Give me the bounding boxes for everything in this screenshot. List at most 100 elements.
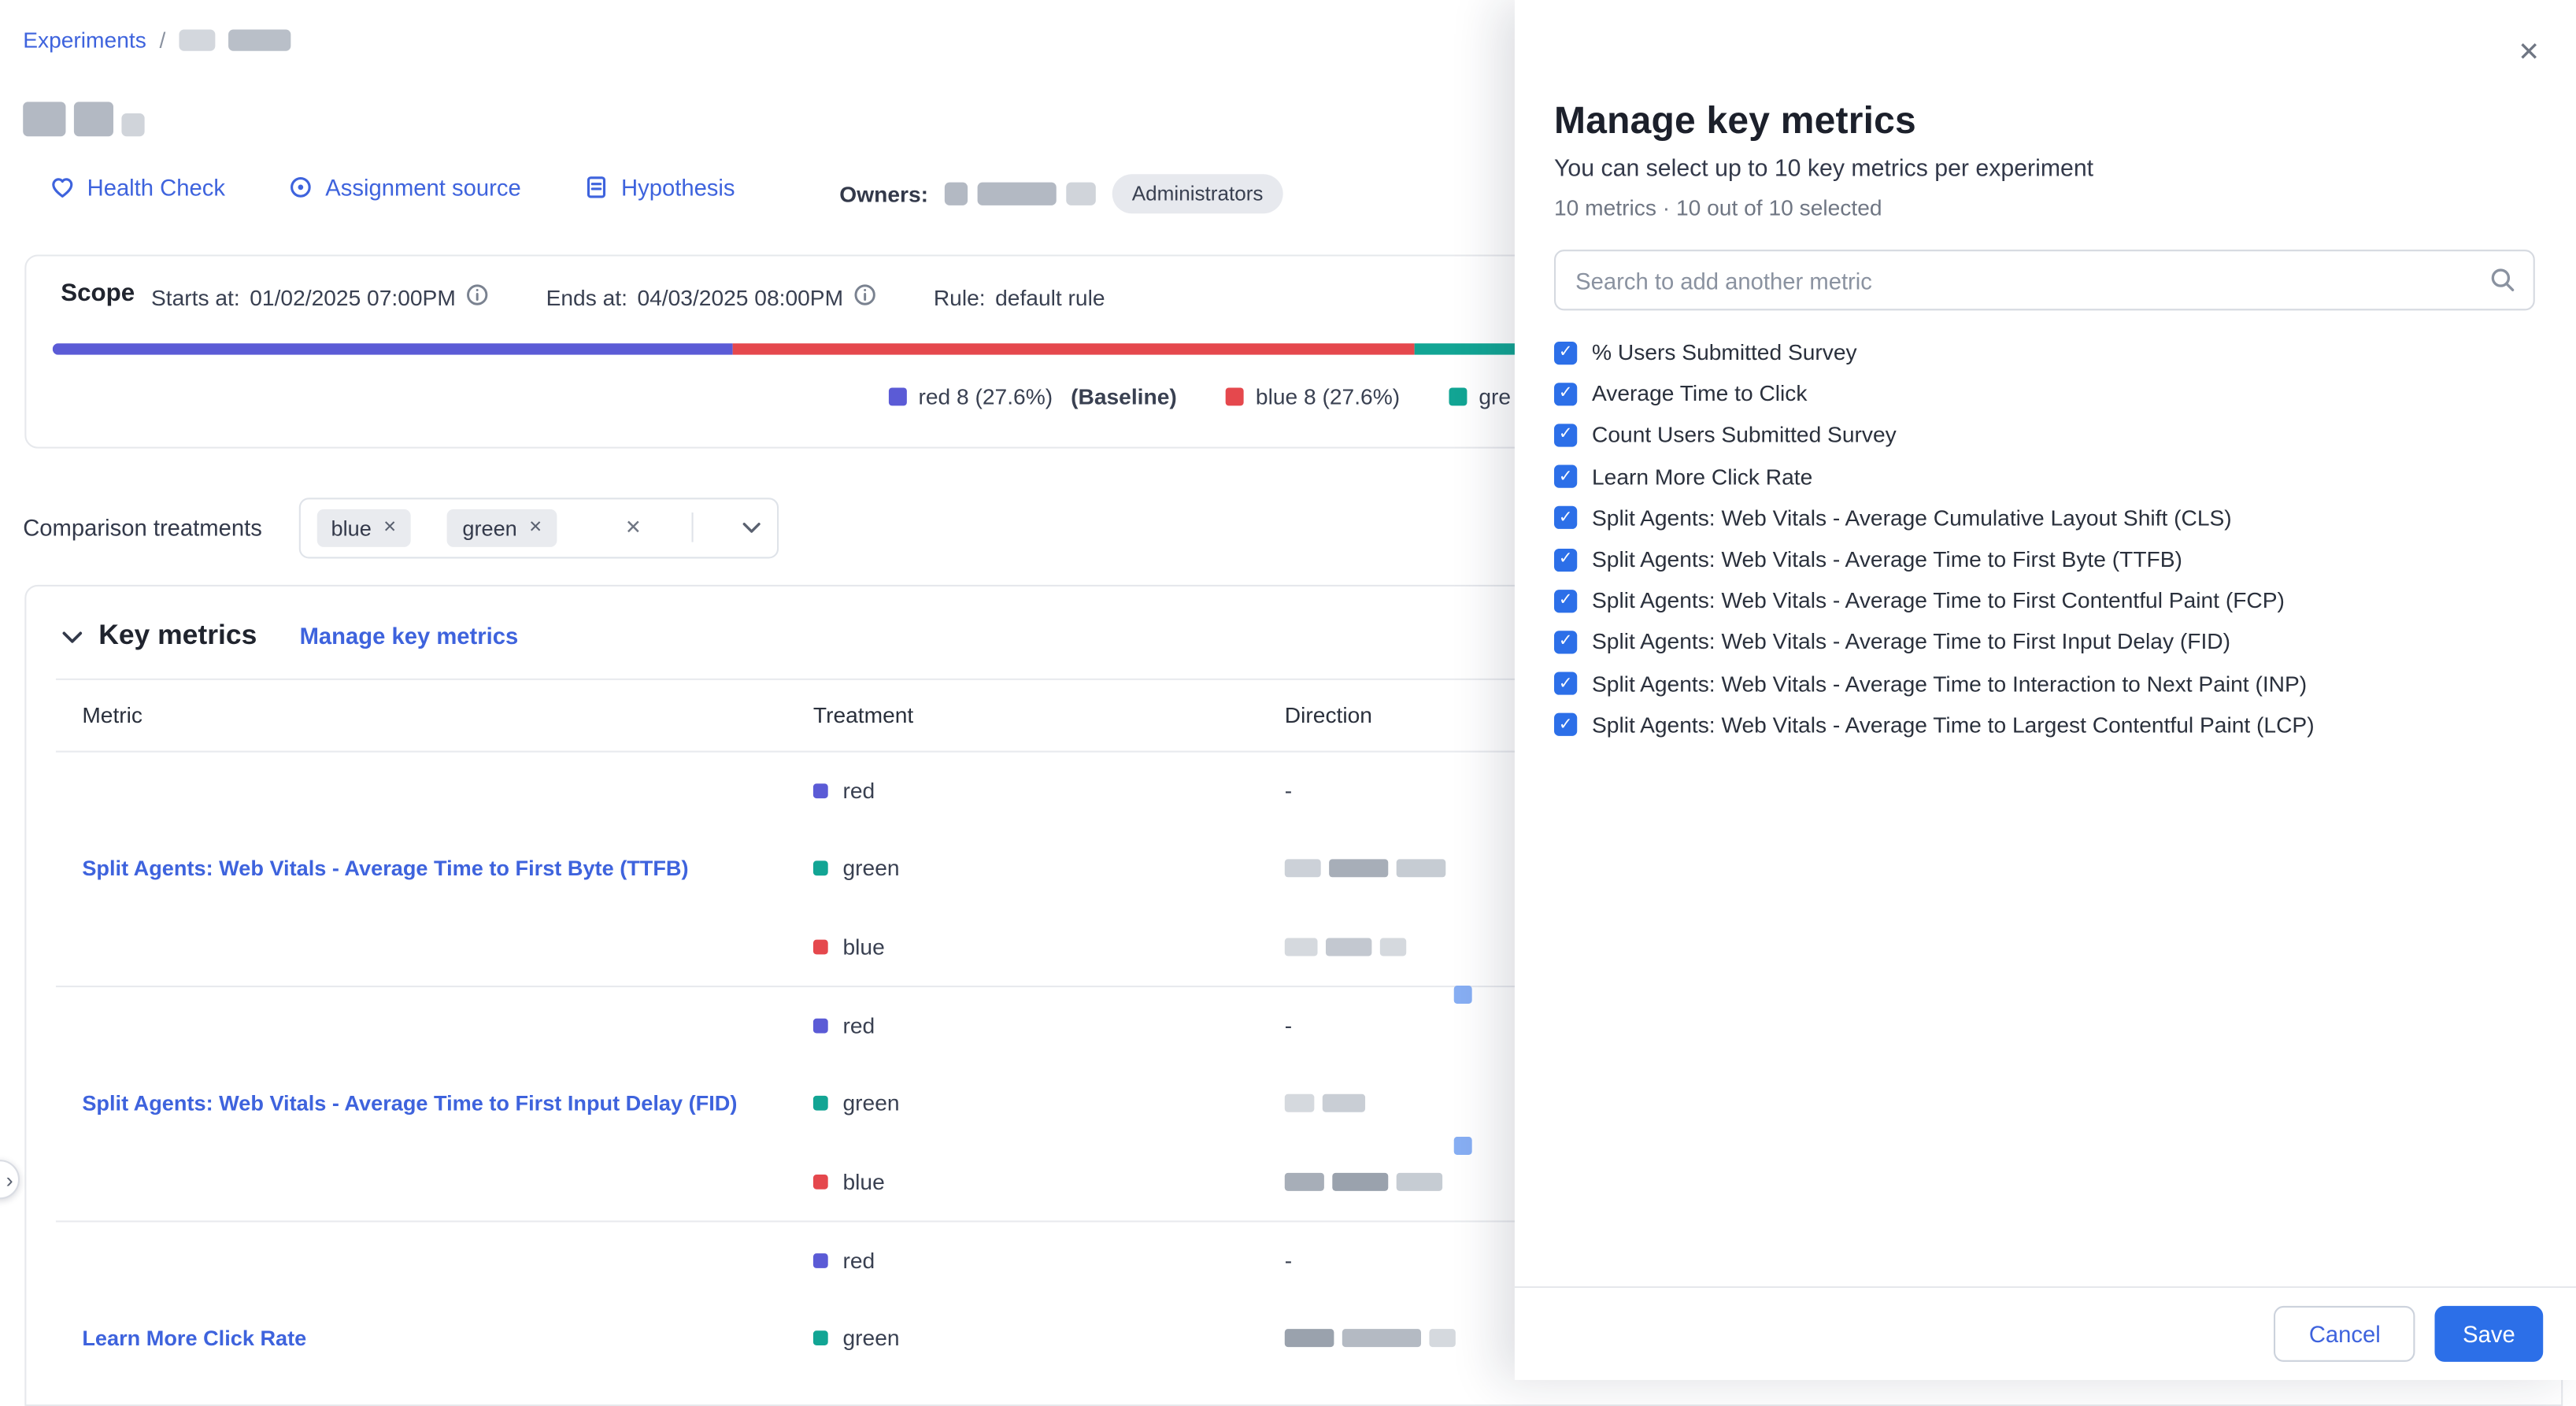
checkbox-checked-icon[interactable] — [1554, 590, 1577, 612]
metric-option[interactable]: Count Users Submitted Survey — [1554, 415, 2535, 457]
treatment-color-dot — [813, 1097, 828, 1112]
breadcrumb-experiments-link[interactable]: Experiments — [23, 28, 146, 52]
select-divider — [690, 512, 692, 542]
column-header-metric: Metric — [56, 703, 813, 727]
metric-option[interactable]: Split Agents: Web Vitals - Average Time … — [1554, 538, 2535, 580]
panel-subtitle: You can select up to 10 key metrics per … — [1554, 156, 2535, 182]
redacted-breadcrumb-item — [179, 30, 215, 51]
chevron-right-icon: › — [6, 1167, 13, 1192]
metric-checkbox-list: % Users Submitted Survey Average Time to… — [1554, 332, 2535, 746]
key-metrics-title: Key metrics — [98, 620, 257, 653]
redacted-owner — [978, 183, 1057, 205]
legend-swatch — [1226, 387, 1244, 405]
metric-option-label: Split Agents: Web Vitals - Average Cumul… — [1592, 505, 2232, 530]
metric-search — [1554, 250, 2535, 310]
metric-link[interactable]: Learn More Click Rate — [82, 1324, 306, 1353]
chevron-down-icon[interactable] — [742, 522, 760, 534]
checkbox-checked-icon[interactable] — [1554, 424, 1577, 446]
metric-option[interactable]: Split Agents: Web Vitals - Average Time … — [1554, 663, 2535, 705]
treatment-chip-green[interactable]: green ✕ — [448, 509, 557, 546]
bar-segment — [733, 343, 1413, 355]
checkbox-checked-icon[interactable] — [1554, 506, 1577, 529]
chip-remove-icon[interactable]: ✕ — [383, 518, 397, 536]
document-icon — [583, 174, 609, 200]
treatment-color-dot — [813, 1331, 828, 1346]
breadcrumb-separator: / — [159, 28, 165, 52]
legend-swatch — [889, 387, 907, 405]
checkbox-checked-icon[interactable] — [1554, 672, 1577, 695]
metric-option[interactable]: Average Time to Click — [1554, 373, 2535, 415]
administrators-badge: Administrators — [1112, 174, 1283, 213]
target-icon — [287, 174, 313, 200]
checkbox-checked-icon[interactable] — [1554, 548, 1577, 571]
panel-footer: Cancel Save — [1515, 1286, 2576, 1380]
checkbox-checked-icon[interactable] — [1554, 713, 1577, 736]
panel-title: Manage key metrics — [1554, 98, 2535, 142]
column-header-treatment: Treatment — [813, 703, 1285, 727]
comparison-treatments-label: Comparison treatments — [23, 514, 262, 540]
metric-option-label: Split Agents: Web Vitals - Average Time … — [1592, 588, 2285, 612]
metric-option-label: Average Time to Click — [1592, 382, 1807, 406]
redacted-marker — [1454, 986, 1472, 1004]
experiment-page: Experiments / Health Check Assignment so… — [0, 0, 2576, 1380]
metric-link[interactable]: Split Agents: Web Vitals - Average Time … — [82, 1090, 737, 1119]
metric-option[interactable]: Split Agents: Web Vitals - Average Time … — [1554, 705, 2535, 746]
redacted-owner — [945, 183, 968, 205]
cancel-button[interactable]: Cancel — [2274, 1306, 2415, 1362]
tab-label: Health Check — [87, 174, 225, 200]
comparison-treatments-row: Comparison treatments blue ✕ green ✕ ✕ — [23, 496, 778, 558]
legend-item: blue 8 (27.6%) — [1226, 384, 1400, 409]
scope-ends: Ends at:04/03/2025 08:00PM — [546, 283, 878, 313]
tab-label: Hypothesis — [621, 174, 735, 200]
tab-hypothesis[interactable]: Hypothesis — [583, 174, 735, 200]
close-icon[interactable]: ✕ — [2518, 36, 2540, 69]
collapse-chevron-icon[interactable] — [62, 623, 82, 648]
metric-option-label: Split Agents: Web Vitals - Average Time … — [1592, 712, 2315, 737]
legend-item: gre — [1449, 384, 1511, 409]
checkbox-checked-icon[interactable] — [1554, 383, 1577, 405]
metric-option-label: Split Agents: Web Vitals - Average Time … — [1592, 547, 2182, 572]
metric-option[interactable]: % Users Submitted Survey — [1554, 332, 2535, 374]
chip-remove-icon[interactable]: ✕ — [528, 518, 542, 536]
treatment-row: blue — [813, 1378, 2532, 1406]
metric-option-label: Split Agents: Web Vitals - Average Time … — [1592, 672, 2307, 696]
breadcrumb: Experiments / — [23, 28, 291, 52]
redacted-owner — [1066, 183, 1096, 205]
sidebar-expand-button[interactable]: › — [0, 1160, 20, 1199]
treatment-color-dot — [813, 784, 828, 799]
metric-option[interactable]: Split Agents: Web Vitals - Average Time … — [1554, 621, 2535, 663]
heart-icon — [50, 174, 76, 200]
save-button[interactable]: Save — [2435, 1306, 2544, 1362]
comparison-treatments-select[interactable]: blue ✕ green ✕ ✕ — [298, 497, 778, 557]
metric-option-label: % Users Submitted Survey — [1592, 340, 1857, 364]
page-tabs: Health Check Assignment source Hypothesi… — [50, 174, 735, 200]
redacted-marker — [1454, 1138, 1472, 1156]
info-icon[interactable] — [853, 283, 878, 313]
metric-option[interactable]: Split Agents: Web Vitals - Average Time … — [1554, 580, 2535, 622]
tab-assignment-source[interactable]: Assignment source — [287, 174, 520, 200]
metric-option-label: Split Agents: Web Vitals - Average Time … — [1592, 630, 2230, 654]
metric-option-label: Count Users Submitted Survey — [1592, 423, 1897, 447]
treatment-chip-blue[interactable]: blue ✕ — [316, 509, 412, 546]
scope-starts: Starts at:01/02/2025 07:00PM — [151, 283, 490, 313]
info-icon[interactable] — [465, 283, 490, 313]
checkbox-checked-icon[interactable] — [1554, 631, 1577, 653]
checkbox-checked-icon[interactable] — [1554, 341, 1577, 364]
clear-selection-icon[interactable]: ✕ — [625, 516, 642, 538]
treatment-color-dot — [813, 1175, 828, 1190]
metric-link[interactable]: Split Agents: Web Vitals - Average Time … — [82, 855, 688, 884]
scope-rule: Rule:default rule — [934, 285, 1105, 309]
legend-swatch — [1449, 387, 1468, 405]
owners-row: Owners: Administrators — [839, 174, 1282, 213]
checkbox-checked-icon[interactable] — [1554, 465, 1577, 488]
scope-title: Scope — [61, 279, 135, 307]
treatment-legend: red 8 (27.6%) (Baseline) blue 8 (27.6%) … — [889, 384, 1511, 409]
metric-option[interactable]: Learn More Click Rate — [1554, 456, 2535, 498]
metrics-count-summary: 10 metrics · 10 out of 10 selected — [1554, 195, 2535, 220]
metric-option[interactable]: Split Agents: Web Vitals - Average Cumul… — [1554, 498, 2535, 539]
page-title-redacted — [23, 102, 144, 136]
legend-item: red 8 (27.6%) (Baseline) — [889, 384, 1177, 409]
tab-health-check[interactable]: Health Check — [50, 174, 225, 200]
metric-search-input[interactable] — [1554, 250, 2535, 310]
manage-key-metrics-link[interactable]: Manage key metrics — [300, 623, 519, 649]
